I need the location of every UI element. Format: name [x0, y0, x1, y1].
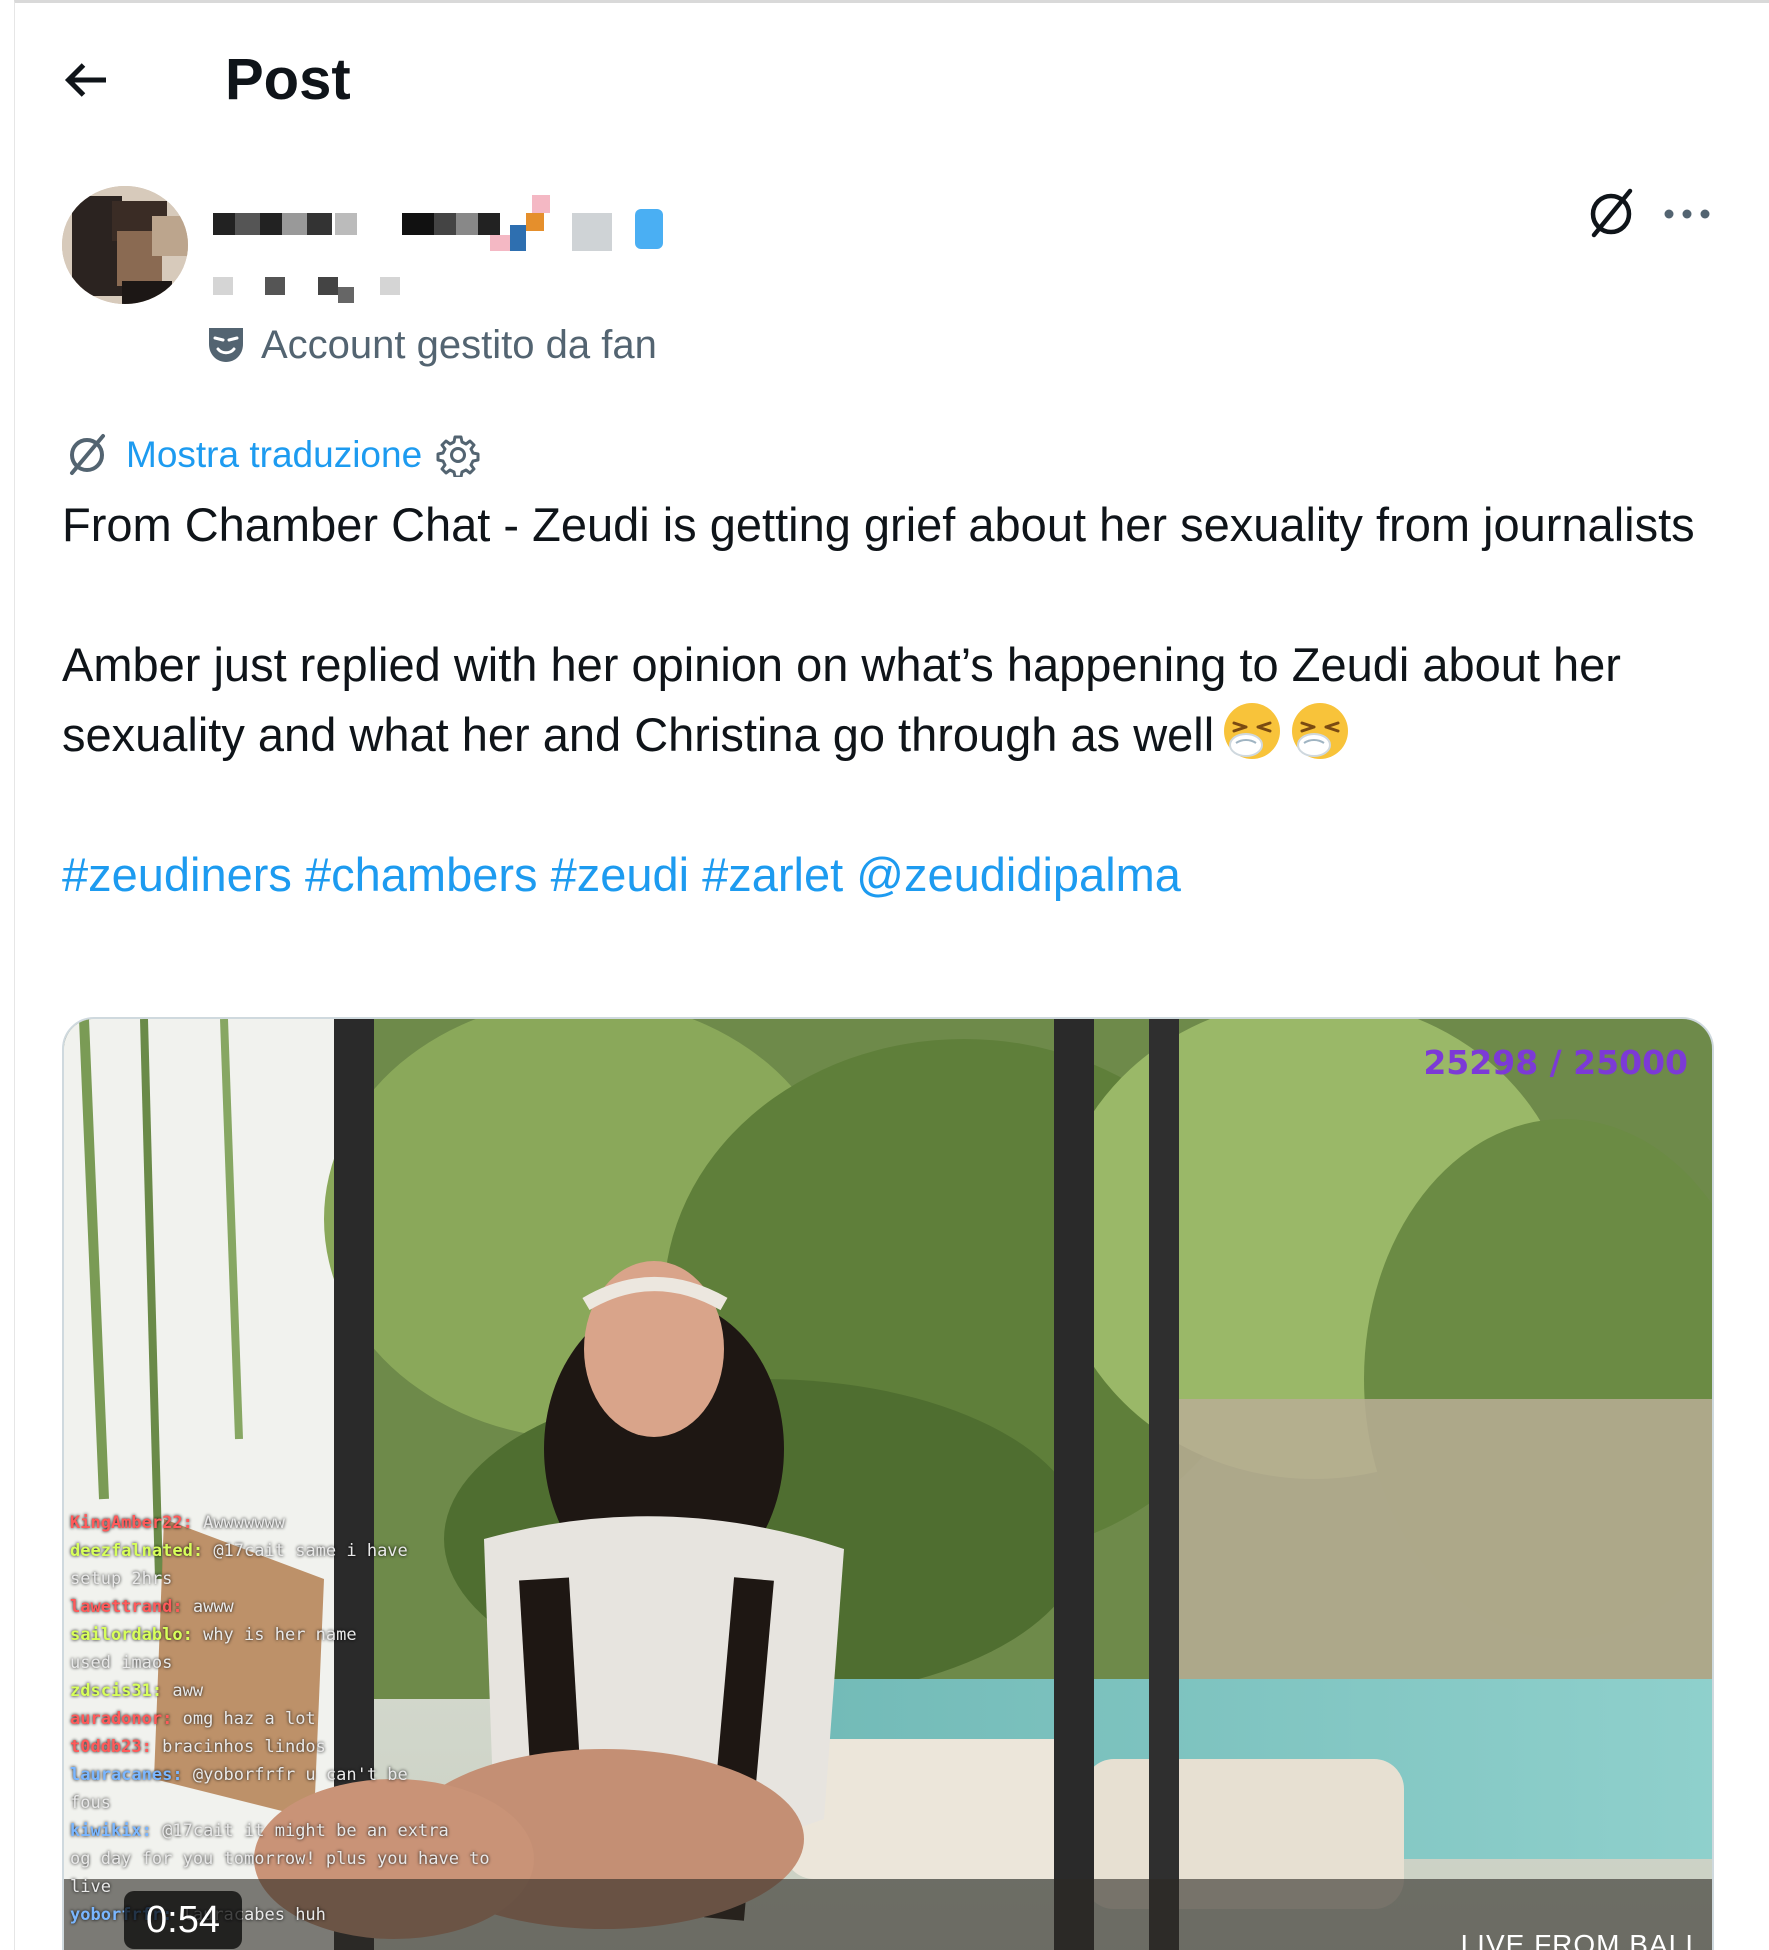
video-player[interactable]: 25298 / 25000 KingAmber22: Awwwwwww deez…	[62, 1017, 1714, 1950]
author-name-censored[interactable]	[210, 195, 690, 305]
translate-slash-icon	[70, 434, 105, 475]
translate-button[interactable]	[1582, 185, 1640, 243]
hashtag-link[interactable]: #chambers	[305, 848, 538, 901]
sneezing-face-icon	[1292, 703, 1349, 759]
chat-line: fous	[70, 1793, 111, 1813]
translation-row: Mostra traduzione	[62, 427, 480, 483]
fan-account-label: Account gestito da fan	[261, 322, 657, 367]
chat-line: setup 2hrs	[70, 1569, 173, 1589]
chat-line: lawettrand: awww	[70, 1597, 234, 1617]
chat-line: t0ddb23: bracinhos lindos	[70, 1737, 326, 1757]
chat-line: lauracanes: @yoborfrfr u can't be	[70, 1765, 408, 1785]
mention-link[interactable]: @zeudidipalma	[856, 848, 1181, 901]
viewer-count: 25298 / 25000	[1423, 1043, 1688, 1082]
hashtag-link[interactable]: #zarlet	[702, 848, 843, 901]
chat-line: og day for you tomorrow! plus you have t…	[70, 1849, 490, 1869]
post-header: Post	[0, 0, 1769, 160]
chat-line: sailordablo: why is her name	[70, 1625, 357, 1645]
hashtag-link[interactable]: #zeudi	[551, 848, 690, 901]
ellipsis-icon	[1664, 209, 1710, 219]
theater-mask-icon	[209, 328, 243, 362]
show-translation-link[interactable]: Mostra traduzione	[126, 434, 422, 476]
post-paragraph-1: From Chamber Chat - Zeudi is getting gri…	[62, 498, 1695, 551]
gear-icon[interactable]	[436, 433, 480, 477]
arrow-left-icon	[64, 63, 106, 97]
chat-line: used imaos	[70, 1653, 173, 1673]
chat-line: zdscis31: aww	[70, 1681, 204, 1701]
post-body: From Chamber Chat - Zeudi is getting gri…	[62, 490, 1722, 910]
chat-line: KingAmber22: Awwwwwww	[70, 1513, 285, 1533]
post-paragraph-2-text: Amber just replied with her opinion on w…	[62, 638, 1621, 761]
page-title: Post	[225, 47, 351, 112]
chat-line: deezfalnated: @17cait same i have	[70, 1541, 408, 1561]
hashtag-link[interactable]: #zeudiners	[62, 848, 292, 901]
fan-account-badge: Account gestito da fan	[205, 320, 657, 370]
sneezing-face-icon	[1224, 703, 1281, 759]
back-button[interactable]	[56, 50, 126, 112]
more-options-button[interactable]	[1660, 196, 1714, 232]
video-duration-badge: 0:54	[124, 1891, 242, 1949]
hashtags: #zeudiners #chambers #zeudi #zarlet @zeu…	[62, 840, 1722, 910]
live-location-label: LIVE FROM BALI	[1460, 1929, 1694, 1950]
post-paragraph-2: Amber just replied with her opinion on w…	[62, 630, 1722, 770]
avatar[interactable]	[62, 186, 188, 304]
chat-line: kiwikix: @17cait it might be an extra	[70, 1821, 449, 1841]
translate-slash-icon	[1590, 188, 1633, 238]
chat-line: auradonor: omg haz a lot	[70, 1709, 316, 1729]
stream-chat-overlay: KingAmber22: Awwwwwww deezfalnated: @17c…	[70, 1509, 510, 1929]
